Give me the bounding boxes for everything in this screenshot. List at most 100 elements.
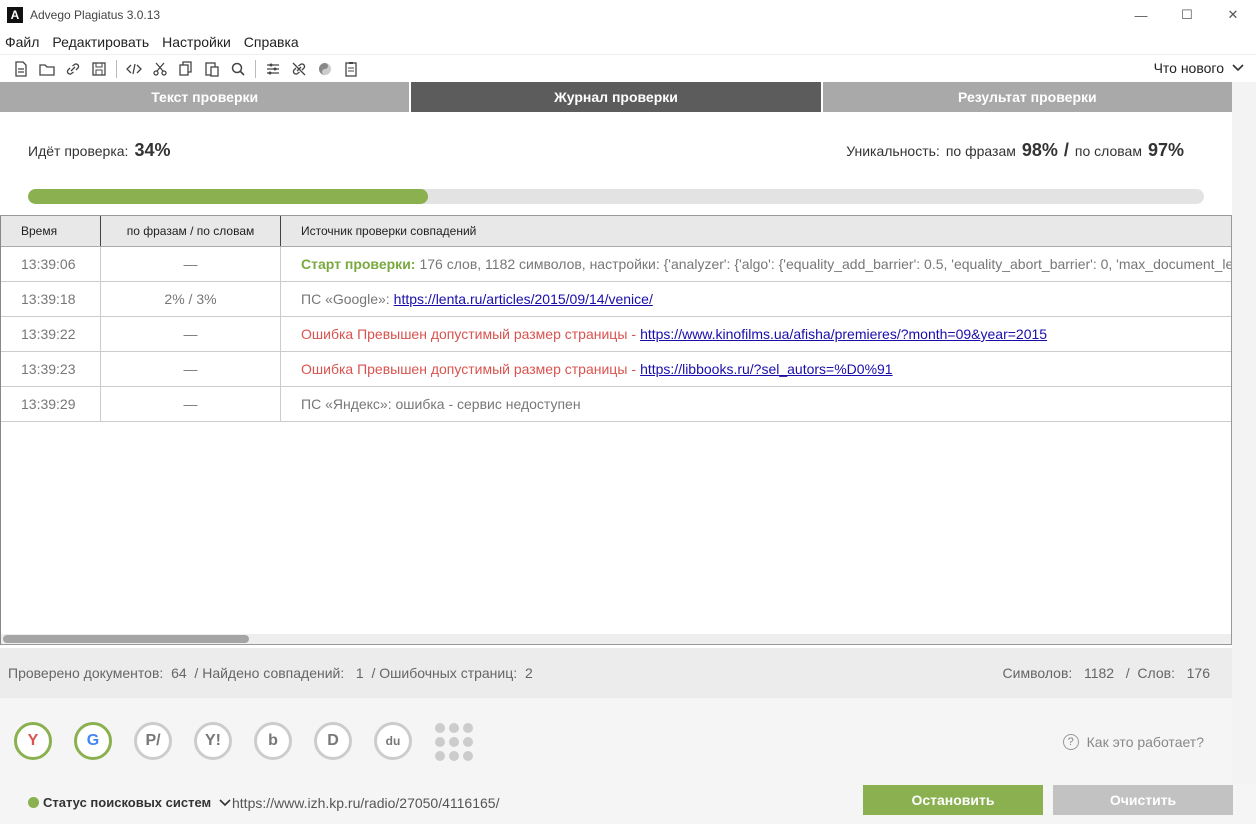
words-value: 176 — [1186, 665, 1210, 681]
tab-check-result[interactable]: Результат проверки — [822, 82, 1232, 112]
search-icon[interactable] — [225, 56, 251, 82]
by-words-label: по словам — [1074, 143, 1142, 159]
yandex-icon[interactable]: Y — [14, 722, 52, 760]
check-progress-status: Идёт проверка: 34% — [28, 140, 170, 161]
row-time: 13:39:18 — [1, 282, 101, 316]
search-status-dropdown[interactable]: Статус поисковых систем — [28, 795, 231, 810]
row-text: - — [631, 361, 637, 377]
yahoo-glyph: Y! — [205, 732, 221, 749]
chevron-down-icon — [1232, 64, 1244, 72]
error-pages-value: 2 — [524, 665, 533, 681]
open-folder-icon[interactable] — [34, 56, 60, 82]
menu-file[interactable]: Файл — [5, 34, 39, 50]
horizontal-scrollbar[interactable] — [1, 634, 1231, 644]
row-label: Старт проверки: — [301, 256, 416, 272]
whats-new-button[interactable]: Что нового — [1154, 60, 1244, 76]
search-status-label: Статус поисковых систем — [43, 795, 212, 810]
row-error-label: Ошибка Превышен допустимый размер страни… — [301, 361, 628, 377]
yin-yang-icon[interactable] — [312, 56, 338, 82]
stats-separator: / — [194, 665, 199, 681]
header-percent[interactable]: по фразам / по словам — [101, 216, 281, 246]
table-row[interactable]: 13:39:29 — ПС «Яндекс»: ошибка - сервис … — [1, 387, 1231, 422]
table-row[interactable]: 13:39:06 — Старт проверки: 176 слов, 118… — [1, 247, 1231, 282]
google-icon[interactable]: G — [74, 722, 112, 760]
menu-edit[interactable]: Редактировать — [52, 34, 149, 50]
stop-button[interactable]: Остановить — [863, 785, 1043, 815]
text-size-stats: Символов: 1182 / Слов: 176 — [1003, 665, 1210, 681]
stats-bar: Проверено документов: 64 / Найдено совпа… — [0, 648, 1232, 698]
uniqueness-separator: / — [1063, 140, 1069, 160]
row-link[interactable]: https://libbooks.ru/?sel_autors=%D0%91 — [640, 361, 893, 377]
clipboard-icon[interactable] — [338, 56, 364, 82]
rambler-icon[interactable]: Р/ — [134, 722, 172, 760]
menu-help[interactable]: Справка — [244, 34, 299, 50]
bing-icon[interactable]: b — [254, 722, 292, 760]
row-link[interactable]: https://www.kinofilms.ua/afisha/premiere… — [640, 326, 1047, 342]
tab-check-log[interactable]: Журнал проверки — [411, 82, 823, 112]
table-row[interactable]: 13:39:18 2% / 3% ПС «Google»: https://le… — [1, 282, 1231, 317]
bottom-bar: Статус поисковых систем https://www.izh.… — [0, 784, 1256, 824]
progress-bar — [28, 189, 1204, 204]
row-text: - — [631, 326, 637, 342]
close-icon[interactable]: ✕ — [1210, 0, 1256, 30]
tab-check-text[interactable]: Текст проверки — [0, 82, 412, 112]
rambler-glyph: Р/ — [145, 732, 161, 749]
maximize-icon[interactable]: ☐ — [1164, 0, 1210, 30]
check-log-table: Время по фразам / по словам Источник про… — [0, 215, 1232, 645]
row-percent: — — [101, 352, 281, 386]
more-engines-icon[interactable] — [435, 723, 473, 761]
row-source: ПС «Яндекс»: ошибка - сервис недоступен — [281, 387, 1231, 421]
clear-button[interactable]: Очистить — [1053, 785, 1233, 815]
stats-separator: / — [1125, 665, 1130, 681]
row-text: 176 слов, 1182 символов, настройки: {'an… — [419, 256, 1231, 272]
row-text: ПС «Яндекс»: ошибка - сервис недоступен — [301, 396, 581, 412]
link-icon[interactable] — [60, 56, 86, 82]
uniqueness-label: Уникальность: — [846, 143, 940, 159]
sliders-icon[interactable] — [260, 56, 286, 82]
baidu-icon[interactable]: du — [374, 722, 412, 760]
row-time: 13:39:29 — [1, 387, 101, 421]
question-icon: ? — [1062, 734, 1079, 750]
vertical-scrollbar[interactable] — [1232, 82, 1256, 824]
copy-icon[interactable] — [173, 56, 199, 82]
tab-bar: Текст проверки Журнал проверки Результат… — [0, 82, 1232, 112]
row-percent: — — [101, 247, 281, 281]
unlink-icon[interactable] — [286, 56, 312, 82]
toolbar-separator — [255, 59, 256, 78]
row-link[interactable]: https://lenta.ru/articles/2015/09/14/ven… — [394, 291, 653, 307]
duckduckgo-icon[interactable]: D — [314, 722, 352, 760]
row-source: Ошибка Превышен допустимый размер страни… — [281, 317, 1231, 351]
how-it-works-link[interactable]: ? Как это работает? — [1062, 734, 1204, 750]
yahoo-icon[interactable]: Y! — [194, 722, 232, 760]
progress-value: 34% — [134, 140, 171, 160]
row-percent: — — [101, 317, 281, 351]
row-text: ПС «Google»: — [301, 291, 390, 307]
table-row[interactable]: 13:39:23 — Ошибка Превышен допустимый ра… — [1, 352, 1231, 387]
save-icon[interactable] — [86, 56, 112, 82]
row-percent: — — [101, 387, 281, 421]
paste-icon[interactable] — [199, 56, 225, 82]
baidu-glyph: du — [385, 734, 401, 748]
code-icon[interactable] — [121, 56, 147, 82]
row-time: 13:39:06 — [1, 247, 101, 281]
header-source[interactable]: Источник проверки совпадений — [281, 216, 1231, 246]
bing-glyph: b — [268, 732, 278, 749]
header-time[interactable]: Время — [1, 216, 101, 246]
symbols-label: Символов: — [1002, 665, 1073, 681]
progress-label: Идёт проверка: — [28, 143, 129, 159]
new-document-icon[interactable] — [8, 56, 34, 82]
window-title: Advego Plagiatus 3.0.13 — [30, 8, 161, 22]
menu-settings[interactable]: Настройки — [162, 34, 231, 50]
found-matches-value: 1 — [355, 665, 364, 681]
horizontal-scrollbar-thumb[interactable] — [3, 635, 249, 643]
toolbar-separator — [116, 59, 117, 78]
chevron-down-icon — [219, 798, 231, 806]
minimize-icon[interactable]: — — [1118, 0, 1164, 30]
progress-bar-fill — [28, 189, 428, 204]
app-logo-icon: A — [7, 7, 23, 23]
table-row[interactable]: 13:39:22 — Ошибка Превышен допустимый ра… — [1, 317, 1231, 352]
current-check-url: https://www.izh.kp.ru/radio/27050/411616… — [232, 795, 500, 811]
symbols-value: 1182 — [1083, 665, 1115, 681]
words-label: Слов: — [1137, 665, 1175, 681]
cut-icon[interactable] — [147, 56, 173, 82]
